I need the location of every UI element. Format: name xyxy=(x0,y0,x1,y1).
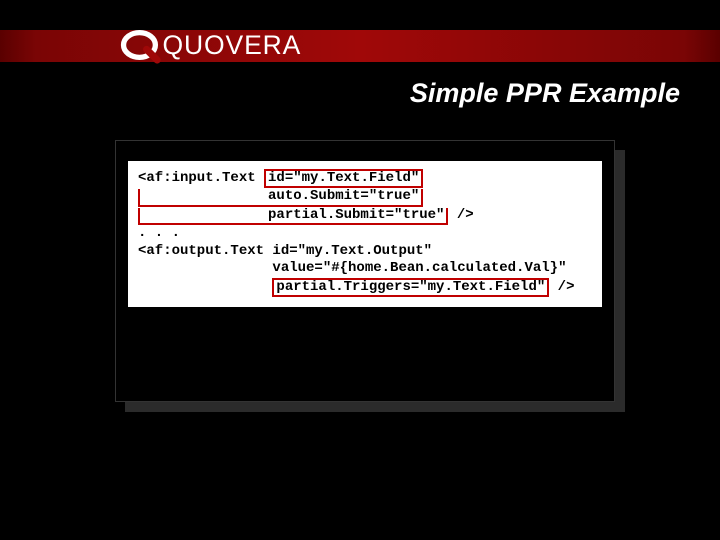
code-line: partial.Submit="true" /> xyxy=(138,207,592,225)
code-line: partial.Triggers="my.Text.Field" /> xyxy=(138,278,592,297)
code-line: . . . xyxy=(138,225,592,243)
slide-title: Simple PPR Example xyxy=(410,78,680,109)
code-line: <af:output.Text id="my.Text.Output" xyxy=(138,243,592,261)
code-text: /> xyxy=(549,279,574,295)
code-text xyxy=(138,279,272,295)
code-line: value="#{home.Bean.calculated.Val}" xyxy=(138,260,592,278)
code-text: /> xyxy=(448,207,473,223)
code-text: <af:input.Text xyxy=(138,170,264,186)
logo: QUOVERA xyxy=(120,20,350,70)
logo-text: QUOVERA xyxy=(162,30,301,60)
code-line: auto.Submit="true" xyxy=(138,188,592,206)
highlight-autosubmit-attr: auto.Submit="true" xyxy=(138,189,423,206)
code-block: <af:input.Text id="my.Text.Field" auto.S… xyxy=(128,161,602,307)
highlight-partialsubmit-attr: partial.Submit="true" xyxy=(138,208,448,225)
top-stripe xyxy=(0,30,720,62)
highlight-partialtriggers-attr: partial.Triggers="my.Text.Field" xyxy=(272,278,549,297)
code-line: <af:input.Text id="my.Text.Field" xyxy=(138,169,592,188)
quovera-logo-icon: QUOVERA xyxy=(120,21,350,69)
code-panel: <af:input.Text id="my.Text.Field" auto.S… xyxy=(115,140,615,402)
highlight-id-attr: id="my.Text.Field" xyxy=(264,169,423,188)
